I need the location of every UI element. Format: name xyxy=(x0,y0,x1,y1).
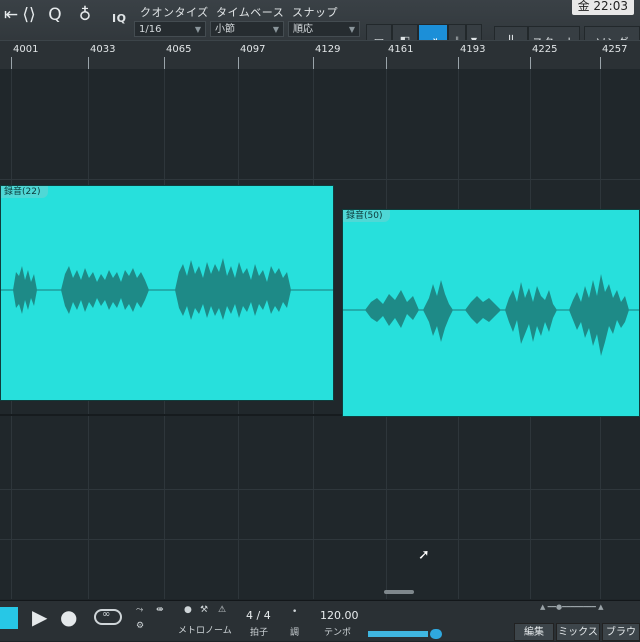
wrench-icon[interactable]: ⚒ xyxy=(200,605,208,615)
ruler-tick xyxy=(164,57,165,69)
ruler-tick xyxy=(238,57,239,69)
key-caption: 調 xyxy=(290,628,300,638)
tab-edit[interactable]: 編集 xyxy=(514,623,554,641)
ruler-bar-label: 4129 xyxy=(315,44,341,55)
time-signature[interactable]: 4 / 4 xyxy=(246,609,271,622)
audio-event[interactable]: 録音(50) xyxy=(342,209,640,417)
loop-icon: ∞ xyxy=(102,609,111,620)
ruler-tick xyxy=(600,57,601,69)
timeline-ruler[interactable]: 4001 4033 4065 4097 4129 4161 4193 4225 … xyxy=(0,40,640,70)
horizontal-scrollbar-thumb[interactable] xyxy=(384,590,414,594)
ruler-bar-label: 4065 xyxy=(166,44,192,55)
zoom-slider[interactable]: ▲ ━━●━━━━━━━━ ▲ xyxy=(540,603,626,611)
metronome-icon[interactable]: ⚠ xyxy=(218,605,226,615)
ruler-tick xyxy=(11,57,12,69)
waveform-path xyxy=(569,274,629,356)
range-tool-icon[interactable]: ⟨⟩ xyxy=(18,4,40,26)
waveform-path xyxy=(423,280,453,342)
ruler-bar-label: 4097 xyxy=(240,44,266,55)
mouse-cursor-icon: ➚ xyxy=(418,547,430,563)
waveform-path xyxy=(61,266,149,314)
waveform xyxy=(343,274,639,356)
system-clock: 金 22:03 xyxy=(571,0,634,15)
ruler-tick xyxy=(313,57,314,69)
ruler-tick xyxy=(386,57,387,69)
audio-event[interactable]: 録音(22) xyxy=(0,185,334,401)
tab-mix[interactable]: ミックス xyxy=(556,623,600,641)
key-dot-icon: • xyxy=(292,607,298,617)
waveform xyxy=(1,258,333,320)
record-icon[interactable]: ● xyxy=(60,605,77,629)
ruler-bar-label: 4225 xyxy=(532,44,558,55)
link-icon[interactable] xyxy=(430,629,442,639)
waveform-path xyxy=(465,296,501,324)
timebase-label: タイムベース xyxy=(216,6,285,19)
ruler-tick xyxy=(88,57,89,69)
event-name: 録音(50) xyxy=(343,210,391,222)
tempo-caption: テンポ xyxy=(324,628,352,638)
ruler-bar-label: 4193 xyxy=(460,44,486,55)
track-lane-divider xyxy=(0,179,640,180)
snap-label: スナップ xyxy=(292,6,338,19)
quantize-value: 1/16 xyxy=(139,24,162,35)
ruler-bar-label: 4033 xyxy=(90,44,116,55)
waveform-path xyxy=(175,258,291,320)
loop-button[interactable]: ∞ xyxy=(94,609,122,625)
event-name: 録音(22) xyxy=(1,186,49,198)
zoom-tool-icon[interactable]: Q xyxy=(44,4,66,26)
waveform-path xyxy=(365,290,419,328)
listen-tool-icon[interactable]: ♁ xyxy=(74,4,96,26)
iq-label[interactable]: IQ xyxy=(112,12,126,25)
time-signature-caption: 拍子 xyxy=(250,628,269,638)
tempo-value[interactable]: 120.00 xyxy=(320,609,359,622)
arrange-view[interactable]: 録音(22) 録音(50) ➚ xyxy=(0,69,640,599)
click-dot-icon[interactable]: ● xyxy=(184,605,192,615)
chevron-down-icon: ▼ xyxy=(194,25,201,34)
ruler-tick xyxy=(530,57,531,69)
transport-bar: ▶ ● ∞ ⤳ ⚙ ⇼ ● ⚒ ⚠ メトロノーム 4 / 4 拍子 • 調 12… xyxy=(0,600,640,641)
level-meter xyxy=(368,631,428,637)
play-icon[interactable]: ▶ xyxy=(32,605,47,629)
settings-gear-icon[interactable]: ⚙ xyxy=(136,621,144,631)
ruler-bar-label: 4161 xyxy=(388,44,414,55)
timebase-select[interactable]: 小節 ▼ xyxy=(210,21,284,37)
precount-icon[interactable]: ⇼ xyxy=(156,605,164,615)
quantize-select[interactable]: 1/16 ▼ xyxy=(134,21,206,37)
ruler-bar-label: 4257 xyxy=(602,44,628,55)
metronome-label: メトロノーム xyxy=(178,626,232,636)
loop-indicator[interactable] xyxy=(0,607,18,629)
snap-value: 順応 xyxy=(293,24,313,35)
tab-browse[interactable]: ブラウ xyxy=(602,623,640,641)
punch-icon[interactable]: ⤳ xyxy=(136,605,143,615)
ruler-bar-label: 4001 xyxy=(13,44,39,55)
snap-select[interactable]: 順応 ▼ xyxy=(288,21,360,37)
ruler-tick xyxy=(458,57,459,69)
timebase-value: 小節 xyxy=(215,24,235,35)
track-lane-divider xyxy=(0,489,640,490)
waveform-path xyxy=(13,266,37,314)
chevron-down-icon: ▼ xyxy=(272,25,279,34)
quantize-label: クオンタイズ xyxy=(140,6,209,19)
chevron-down-icon: ▼ xyxy=(348,25,355,34)
track-lane-divider xyxy=(0,539,640,540)
waveform-path xyxy=(505,282,557,344)
